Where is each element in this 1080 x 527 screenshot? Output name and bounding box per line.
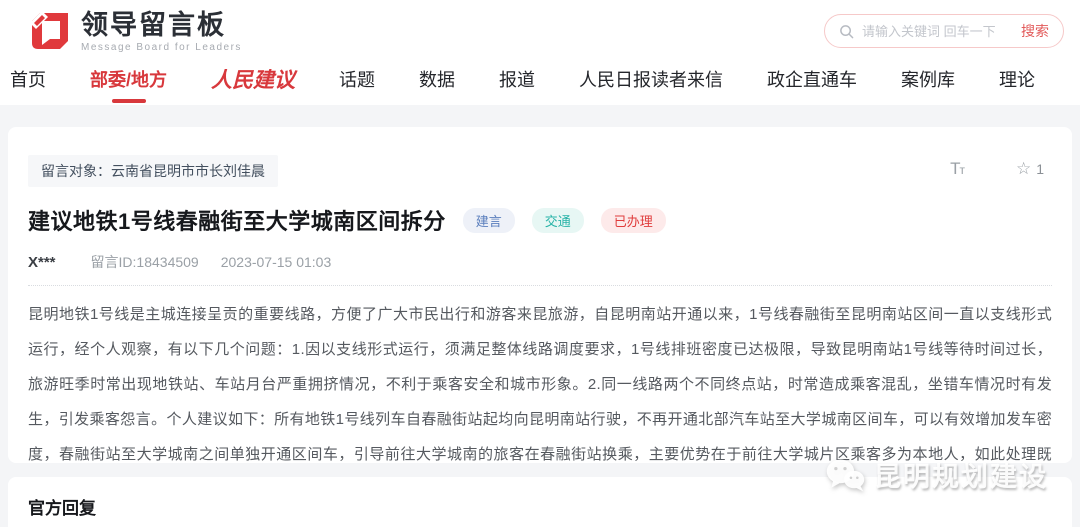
site-title: 领导留言板	[81, 9, 226, 40]
official-reply-card: 官方回复	[8, 477, 1072, 527]
tag-suggestion[interactable]: 建言	[462, 207, 515, 233]
message-title: 建议地铁1号线春融街至大学城南区间拆分	[28, 209, 446, 234]
search-button[interactable]: 搜索	[1021, 21, 1049, 41]
nav-item-reports[interactable]: 报道	[499, 62, 535, 105]
nav-item-home[interactable]: 首页	[10, 62, 46, 105]
tag-status-handled[interactable]: 已办理	[600, 207, 666, 233]
site-logo[interactable]: 领导留言板 Message Board for Leaders	[28, 9, 242, 53]
title-row: 建议地铁1号线春融街至大学城南区间拆分 建言 交通 已办理	[28, 204, 1052, 236]
search-bar: 搜索	[824, 14, 1064, 48]
star-count: 1	[1036, 161, 1044, 177]
star-icon: ☆	[1015, 159, 1032, 178]
content-background: 留言对象：云南省昆明市市长刘佳晨 Tт ☆ 1 建议地铁1号线春融街至大学城南区…	[0, 105, 1080, 527]
message-board-logo-icon	[30, 11, 68, 49]
star-favorite[interactable]: ☆ 1	[1016, 159, 1044, 179]
nav-item-label: 部委/地方	[90, 70, 168, 90]
nav-item-data[interactable]: 数据	[419, 62, 455, 105]
card-tools: Tт ☆ 1	[950, 159, 1044, 179]
tag-traffic[interactable]: 交通	[531, 207, 584, 233]
search-input[interactable]	[862, 23, 1021, 39]
nav-item-reader-letters[interactable]: 人民日报读者来信	[579, 62, 723, 105]
main-nav: 首页 部委/地方 人民建议 话题 数据 报道 人民日报读者来信 政企直通车 案例…	[0, 62, 1080, 105]
search-icon	[840, 24, 854, 38]
site-subtitle: Message Board for Leaders	[81, 41, 242, 53]
nav-item-gov-business-express[interactable]: 政企直通车	[767, 62, 857, 105]
message-target: 留言对象：云南省昆明市市长刘佳晨	[28, 155, 278, 187]
nav-item-ministries-local[interactable]: 部委/地方	[90, 62, 167, 105]
message-meta: X*** 留言ID:18434509 2023-07-15 01:03	[28, 252, 1052, 286]
nav-item-theory[interactable]: 理论	[999, 62, 1035, 105]
active-tab-underline	[111, 99, 146, 103]
message-id: 留言ID:18434509	[90, 254, 199, 270]
nav-item-people-suggestions[interactable]: 人民建议	[211, 62, 295, 105]
official-reply-title: 官方回复	[28, 499, 96, 518]
author-name: X***	[28, 253, 56, 271]
font-size-toggle[interactable]: Tт	[950, 159, 965, 179]
page: 领导留言板 Message Board for Leaders 搜索 首页 部委…	[0, 0, 1080, 527]
message-timestamp: 2023-07-15 01:03	[220, 254, 332, 270]
nav-item-topics[interactable]: 话题	[339, 62, 375, 105]
header: 领导留言板 Message Board for Leaders 搜索	[0, 0, 1080, 62]
message-card: 留言对象：云南省昆明市市长刘佳晨 Tт ☆ 1 建议地铁1号线春融街至大学城南区…	[8, 127, 1072, 527]
nav-item-case-library[interactable]: 案例库	[901, 62, 955, 105]
